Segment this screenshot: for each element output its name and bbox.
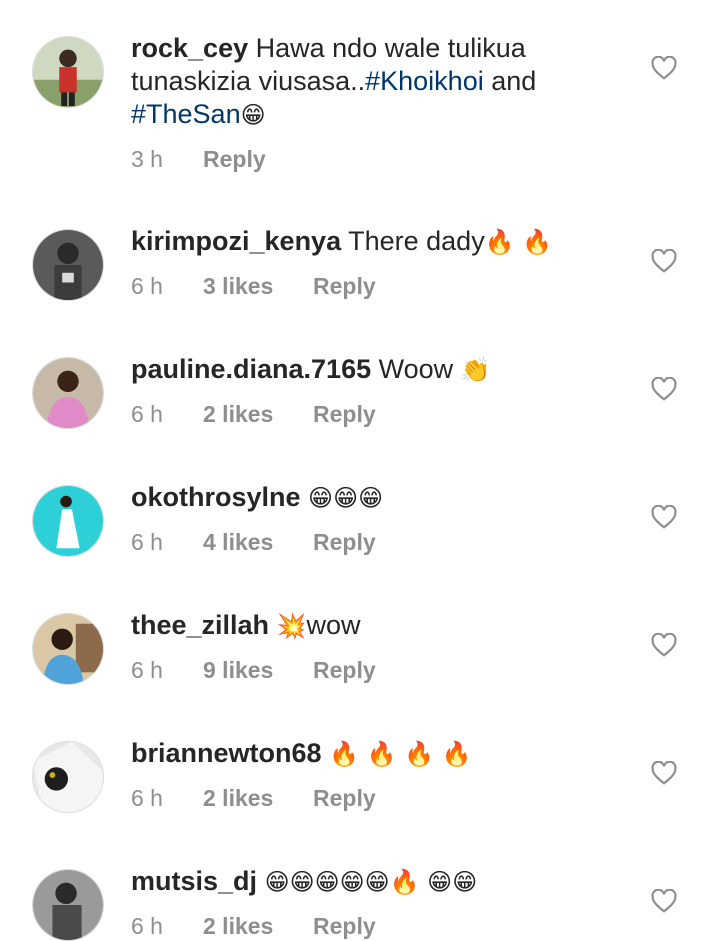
reply-button[interactable]: Reply <box>313 529 376 556</box>
reply-button[interactable]: Reply <box>203 146 266 173</box>
comment-username[interactable]: okothrosylne <box>131 482 301 512</box>
emoji-fire: 🔥 🔥 🔥 🔥 <box>329 740 472 768</box>
likes-count[interactable]: 9 likes <box>203 657 313 684</box>
hashtag-link[interactable]: #Khoikhoi <box>365 66 484 96</box>
like-heart-icon[interactable] <box>651 249 677 273</box>
avatar[interactable] <box>32 357 104 429</box>
comment-time: 6 h <box>131 913 163 939</box>
comment-body-mid: and <box>483 66 537 96</box>
avatar[interactable] <box>32 741 104 813</box>
comment-text: mutsis_dj 😁😁😁😁😁🔥 😁😁 <box>131 865 631 899</box>
like-heart-icon[interactable] <box>651 56 677 80</box>
likes-count[interactable]: 3 likes <box>203 273 313 300</box>
emoji-grin: 😁 <box>240 101 266 129</box>
comment-username[interactable]: briannewton68 <box>131 738 322 768</box>
comment-text: kirimpozi_kenya There dady🔥 🔥 <box>131 225 631 259</box>
comment-body: Woow <box>378 354 454 384</box>
reply-button[interactable]: Reply <box>313 401 376 428</box>
like-heart-icon[interactable] <box>651 377 677 401</box>
comment-text: rock_cey Hawa ndo wale tulikua tunaskizi… <box>131 32 631 132</box>
comment-body: There dady <box>348 226 485 256</box>
comment-text: thee_zillah 💥wow <box>131 609 631 643</box>
comment-meta: 6 h 4 likes Reply <box>131 529 376 556</box>
comment-meta: 6 h 2 likes Reply <box>131 785 376 812</box>
like-heart-icon[interactable] <box>651 633 677 657</box>
comment-meta: 3 h Reply <box>131 146 266 173</box>
comment-username[interactable]: thee_zillah <box>131 610 269 640</box>
comment-time: 6 h <box>131 657 163 683</box>
reply-button[interactable]: Reply <box>313 785 376 812</box>
emoji-fire: 🔥 🔥 <box>484 228 553 256</box>
likes-count[interactable]: 2 likes <box>203 913 313 940</box>
comment-text: okothrosylne 😁😁😁 <box>131 481 631 515</box>
comment-meta: 6 h 2 likes Reply <box>131 913 376 940</box>
avatar[interactable] <box>32 229 104 301</box>
comment-time: 6 h <box>131 273 163 299</box>
likes-count[interactable]: 2 likes <box>203 785 313 812</box>
reply-button[interactable]: Reply <box>313 273 376 300</box>
comment-meta: 6 h 9 likes Reply <box>131 657 376 684</box>
comment-time: 6 h <box>131 529 163 555</box>
avatar[interactable] <box>32 613 104 685</box>
avatar[interactable] <box>32 485 104 557</box>
avatar[interactable] <box>32 36 104 108</box>
emoji-grin: 😁😁😁 <box>308 484 384 512</box>
avatar[interactable] <box>32 869 104 941</box>
emoji-clap: 👏 <box>460 356 491 384</box>
comment-time: 6 h <box>131 401 163 427</box>
comment-meta: 6 h 3 likes Reply <box>131 273 376 300</box>
like-heart-icon[interactable] <box>651 761 677 785</box>
comment-text: pauline.diana.7165 Woow 👏 <box>131 353 631 387</box>
like-heart-icon[interactable] <box>651 889 677 913</box>
comment-text: briannewton68 🔥 🔥 🔥 🔥 <box>131 737 631 771</box>
reply-button[interactable]: Reply <box>313 913 376 940</box>
emoji-collision: 💥 <box>276 612 307 640</box>
emoji-grin: 😁😁😁😁😁🔥 😁😁 <box>264 868 478 896</box>
like-heart-icon[interactable] <box>651 505 677 529</box>
reply-button[interactable]: Reply <box>313 657 376 684</box>
comment-meta: 6 h 2 likes Reply <box>131 401 376 428</box>
likes-count[interactable]: 2 likes <box>203 401 313 428</box>
comment-time: 3 h <box>131 146 163 172</box>
comment-time: 6 h <box>131 785 163 811</box>
likes-count[interactable]: 4 likes <box>203 529 313 556</box>
comment-username[interactable]: rock_cey <box>131 33 248 63</box>
comment-username[interactable]: mutsis_dj <box>131 866 257 896</box>
comment-username[interactable]: kirimpozi_kenya <box>131 226 341 256</box>
comment-body: wow <box>306 610 361 640</box>
hashtag-link[interactable]: #TheSan <box>131 99 241 129</box>
comment-username[interactable]: pauline.diana.7165 <box>131 354 371 384</box>
